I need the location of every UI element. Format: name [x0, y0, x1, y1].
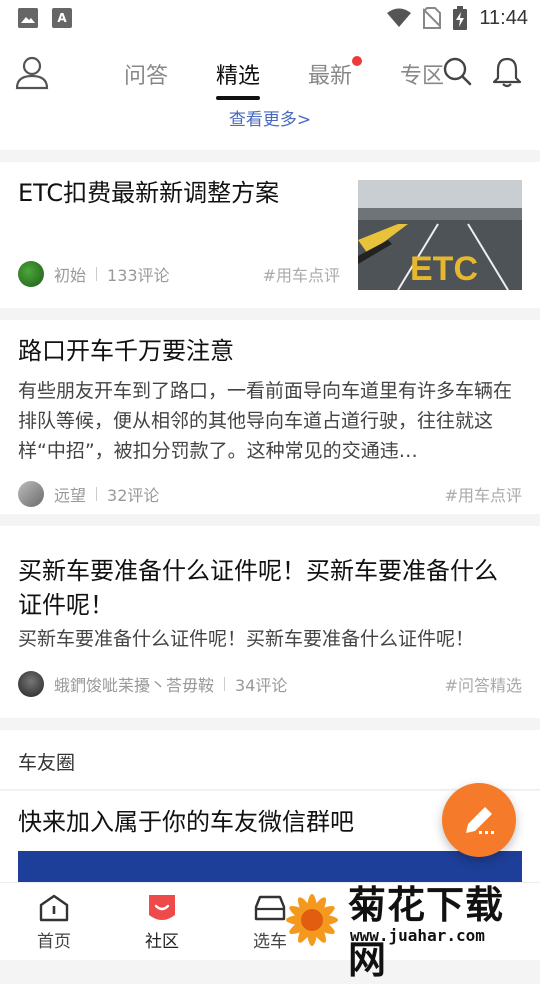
community-icon — [149, 895, 175, 920]
no-sim-icon — [423, 7, 442, 29]
topic-tag[interactable]: #问答精选 — [445, 672, 522, 696]
feed-tabs: 问答 精选 最新 专区 — [118, 52, 450, 100]
new-badge — [352, 56, 363, 66]
see-more-link[interactable]: 查看更多> — [0, 108, 540, 150]
chrysanthemum-logo — [286, 894, 338, 946]
search-icon[interactable] — [442, 56, 472, 86]
top-nav: 问答 精选 最新 专区 — [0, 38, 540, 108]
tab-featured[interactable]: 精选 — [210, 52, 266, 100]
comment-count: 133评论 — [107, 266, 170, 285]
card-title: 路口开车千万要注意 — [18, 337, 234, 365]
card-meta: 初始 133评论 #用车点评 — [18, 260, 340, 288]
comment-count: 34评论 — [235, 676, 288, 695]
wifi-icon — [387, 8, 412, 27]
home-icon — [39, 894, 69, 922]
watermark-url: www.juahar.com — [350, 926, 485, 945]
author-name: 远望 — [54, 486, 87, 505]
status-time: 11:44 — [479, 6, 528, 29]
card-summary: 买新车要准备什么证件呢！买新车要准备什么证件呢！ — [18, 628, 475, 650]
tab-latest[interactable]: 最新 — [302, 52, 363, 100]
author-name: 蛾鍆馂呲苿擾丶荅毋鞍 — [54, 676, 215, 695]
card-meta: 远望 32评论 #用车点评 — [18, 480, 522, 508]
status-bar: A 11:44 — [0, 0, 540, 38]
avatar — [18, 481, 44, 507]
topic-tag[interactable]: #用车点评 — [445, 482, 522, 506]
card-title: 买新车要准备什么证件呢！买新车要准备什么证件呢！ — [18, 557, 498, 619]
pencil-icon — [466, 807, 494, 834]
nav-community[interactable]: 社区 — [132, 893, 192, 952]
feed-card[interactable]: 路口开车千万要注意 有些朋友开车到了路口，一看前面导向车道里有许多车辆在排队等候… — [0, 320, 540, 514]
nav-home[interactable]: 首页 — [24, 893, 84, 952]
user-icon[interactable] — [14, 54, 50, 90]
card-summary: 有些朋友开车到了路口，一看前面导向车道里有许多车辆在排队等候，便从相邻的其他导向… — [18, 380, 513, 462]
avatar — [18, 261, 44, 287]
circle-post-title: 快来加入属于你的车友微信群吧 — [18, 808, 354, 836]
feed-card[interactable]: 买新车要准备什么证件呢！买新车要准备什么证件呢！ 买新车要准备什么证件呢！买新车… — [0, 526, 540, 718]
thumb-etc-text: ETC — [410, 250, 478, 288]
tab-qa[interactable]: 问答 — [118, 52, 174, 100]
site-watermark: 菊花下载网 www.juahar.com — [286, 866, 540, 982]
card-meta: 蛾鍆馂呲苿擾丶荅毋鞍 34评论 #问答精选 — [18, 670, 522, 698]
card-title: ETC扣费最新新调整方案 — [18, 179, 280, 207]
avatar — [18, 671, 44, 697]
author-name: 初始 — [54, 266, 87, 285]
bell-icon[interactable] — [492, 56, 522, 88]
battery-charging-icon — [453, 6, 468, 30]
topic-tag[interactable]: #用车点评 — [263, 262, 340, 286]
comment-count: 32评论 — [107, 486, 160, 505]
compose-button[interactable] — [442, 783, 516, 857]
section-header-circle: 车友圈 — [0, 730, 540, 790]
card-thumbnail: ETC — [358, 180, 522, 290]
a-app-icon: A — [52, 8, 72, 28]
image-icon — [18, 8, 38, 28]
